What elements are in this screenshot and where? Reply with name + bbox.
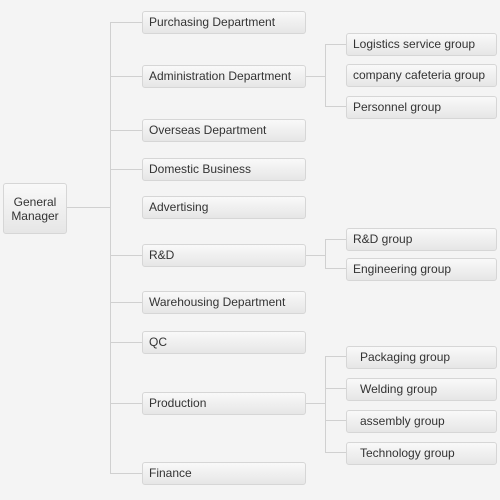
node-logistics-service-group[interactable]: Logistics service group bbox=[346, 33, 497, 56]
connector-dept bbox=[110, 76, 143, 77]
node-personnel-group[interactable]: Personnel group bbox=[346, 96, 497, 119]
connector-branch bbox=[325, 239, 346, 240]
node-finance[interactable]: Finance bbox=[142, 462, 306, 485]
node-purchasing-department[interactable]: Purchasing Department bbox=[142, 11, 306, 34]
connector-trunk bbox=[110, 22, 111, 474]
connector-dept bbox=[110, 169, 143, 170]
connector-branch bbox=[325, 239, 326, 269]
connector-dept bbox=[110, 302, 143, 303]
node-rnd[interactable]: R&D bbox=[142, 244, 306, 267]
node-engineering-group[interactable]: Engineering group bbox=[346, 258, 497, 281]
connector-branch bbox=[325, 44, 326, 107]
connector-dept bbox=[110, 22, 143, 23]
node-administration-department[interactable]: Administration Department bbox=[142, 65, 306, 88]
node-technology-group[interactable]: Technology group bbox=[346, 442, 497, 465]
node-overseas-department[interactable]: Overseas Department bbox=[142, 119, 306, 142]
node-welding-group[interactable]: Welding group bbox=[346, 378, 497, 401]
connector-branch bbox=[305, 255, 326, 256]
node-rnd-group[interactable]: R&D group bbox=[346, 228, 497, 251]
connector-branch bbox=[305, 76, 326, 77]
node-general-manager-line2: Manager bbox=[11, 209, 59, 223]
connector-branch bbox=[325, 106, 346, 107]
connector-dept bbox=[110, 473, 143, 474]
node-company-cafeteria-group[interactable]: company cafeteria group bbox=[346, 64, 497, 87]
node-assembly-group[interactable]: assembly group bbox=[346, 410, 497, 433]
connector-branch bbox=[325, 356, 326, 453]
connector-root bbox=[67, 207, 111, 208]
connector-branch bbox=[325, 44, 346, 45]
connector-branch bbox=[305, 403, 326, 404]
connector-dept bbox=[110, 255, 143, 256]
node-general-manager-line1: General bbox=[13, 195, 57, 209]
node-qc[interactable]: QC bbox=[142, 331, 306, 354]
node-general-manager[interactable]: General Manager bbox=[3, 183, 67, 234]
node-warehousing-department[interactable]: Warehousing Department bbox=[142, 291, 306, 314]
connector-dept bbox=[110, 342, 143, 343]
node-advertising[interactable]: Advertising bbox=[142, 196, 306, 219]
connector-branch bbox=[325, 268, 346, 269]
connector-branch bbox=[325, 420, 346, 421]
connector-branch bbox=[325, 356, 346, 357]
connector-dept bbox=[110, 403, 143, 404]
node-production[interactable]: Production bbox=[142, 392, 306, 415]
connector-dept bbox=[110, 130, 143, 131]
node-domestic-business[interactable]: Domestic Business bbox=[142, 158, 306, 181]
node-packaging-group[interactable]: Packaging group bbox=[346, 346, 497, 369]
connector-branch bbox=[325, 388, 346, 389]
connector-branch bbox=[325, 452, 346, 453]
